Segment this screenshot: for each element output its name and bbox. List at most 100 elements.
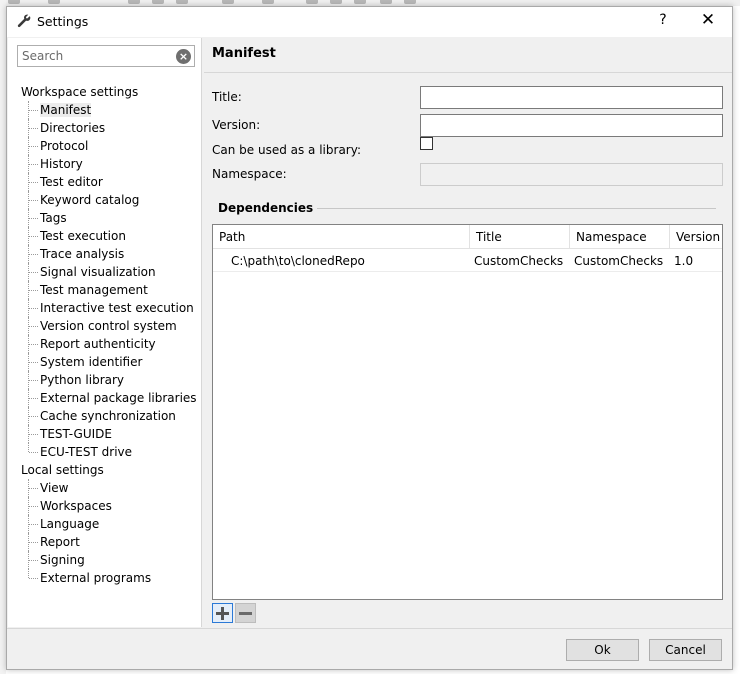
sidebar-item-workspaces[interactable]: Workspaces: [21, 497, 201, 515]
sidebar-item-directories[interactable]: Directories: [21, 119, 201, 137]
toolbar-icon: [152, 0, 164, 4]
sidebar-item-external-package-libraries[interactable]: External package libraries: [21, 389, 201, 407]
sidebar-item-label: Signal visualization: [40, 265, 156, 279]
settings-dialog: Settings ? ✕ × Workspace settingsManifes…: [6, 6, 733, 670]
sidebar-item-label: View: [40, 481, 69, 495]
column-header-path[interactable]: Path: [213, 225, 470, 249]
sidebar-item-label: Signing: [40, 553, 85, 567]
sidebar-item-label: Keyword catalog: [40, 193, 140, 207]
sidebar-item-label: TEST-GUIDE: [40, 427, 112, 441]
cancel-button[interactable]: Cancel: [649, 639, 722, 661]
sidebar-item-language[interactable]: Language: [21, 515, 201, 533]
sidebar-item-view[interactable]: View: [21, 479, 201, 497]
version-input[interactable]: [420, 114, 723, 137]
sidebar-item-label: Protocol: [40, 139, 89, 153]
sidebar-item-label: Trace analysis: [40, 247, 125, 261]
sidebar-item-trace-analysis[interactable]: Trace analysis: [21, 245, 201, 263]
namespace-input: [420, 163, 723, 186]
sidebar-item-test-execution[interactable]: Test execution: [21, 227, 201, 245]
minus-icon: [239, 612, 252, 615]
column-header-title[interactable]: Title: [470, 225, 570, 249]
divider: [204, 72, 732, 73]
toolbar-icon: [404, 0, 416, 4]
sidebar-item-signal-visualization[interactable]: Signal visualization: [21, 263, 201, 281]
sidebar-item-label: Workspaces: [40, 499, 112, 513]
title-input[interactable]: [420, 86, 723, 109]
sidebar-item-report-authenticity[interactable]: Report authenticity: [21, 335, 201, 353]
sidebar-item-interactive-test-execution[interactable]: Interactive test execution: [21, 299, 201, 317]
sidebar-item-label: External package libraries: [40, 391, 197, 405]
title-label: Title:: [212, 90, 242, 104]
help-button[interactable]: ?: [656, 12, 670, 28]
sidebar-item-test-management[interactable]: Test management: [21, 281, 201, 299]
dependencies-title: Dependencies: [218, 201, 318, 215]
sidebar-item-test-guide[interactable]: TEST-GUIDE: [21, 425, 201, 443]
toolbar-icon: [128, 0, 140, 4]
sidebar-item-label: System identifier: [40, 355, 143, 369]
sidebar-item-version-control-system[interactable]: Version control system: [21, 317, 201, 335]
sidebar-item-label: ECU-TEST drive: [40, 445, 133, 459]
sidebar-item-label: Test management: [40, 283, 148, 297]
table-row[interactable]: C:\path\to\clonedRepo CustomChecks Custo…: [213, 250, 722, 272]
toolbar-icon: [222, 0, 234, 4]
sidebar-item-tags[interactable]: Tags: [21, 209, 201, 227]
clear-icon[interactable]: ×: [176, 49, 191, 64]
toolbar-icon: [8, 0, 20, 4]
library-label: Can be used as a library:: [212, 143, 362, 157]
namespace-label: Namespace:: [212, 167, 287, 181]
library-checkbox[interactable]: [420, 137, 433, 150]
remove-dependency-button[interactable]: [235, 603, 256, 623]
sidebar-item-external-programs[interactable]: External programs: [21, 569, 201, 587]
version-label: Version:: [212, 118, 261, 132]
sidebar-item-ecu-test-drive[interactable]: ECU-TEST drive: [21, 443, 201, 461]
search-box: ×: [17, 45, 195, 67]
plus-icon: [221, 607, 224, 620]
title-bar: Settings ? ✕: [7, 7, 732, 37]
sidebar-item-python-library[interactable]: Python library: [21, 371, 201, 389]
toolbar-icon: [176, 0, 188, 4]
toolbar-icon: [354, 0, 366, 4]
settings-tree: Workspace settings Manifest Directories Pro…: [21, 83, 201, 587]
ok-button[interactable]: Ok: [566, 639, 639, 661]
sidebar-item-label: External programs: [40, 571, 152, 585]
sidebar-item-test-editor[interactable]: Test editor: [21, 173, 201, 191]
sidebar-item-label: Python library: [40, 373, 125, 387]
dependencies-table: Path Title Namespace Version C:\path\to\…: [212, 224, 723, 600]
dialog-footer: Ok Cancel: [7, 628, 732, 670]
column-header-version[interactable]: Version: [670, 225, 722, 249]
sidebar-item-label: Interactive test execution: [40, 301, 194, 315]
sidebar-item-system-identifier[interactable]: System identifier: [21, 353, 201, 371]
toolbar-icon: [262, 0, 274, 4]
search-input[interactable]: [18, 46, 168, 66]
sidebar-item-label: Report authenticity: [40, 337, 156, 351]
close-button[interactable]: ✕: [697, 10, 719, 30]
sidebar-item-report[interactable]: Report: [21, 533, 201, 551]
tree-group[interactable]: Local settings: [21, 461, 201, 479]
page-title: Manifest: [212, 46, 276, 61]
sidebar-item-label: Directories: [40, 121, 106, 135]
divider: [304, 208, 716, 209]
sidebar-item-manifest[interactable]: Manifest: [21, 101, 201, 119]
sidebar-item-signing[interactable]: Signing: [21, 551, 201, 569]
sidebar-item-cache-synchronization[interactable]: Cache synchronization: [21, 407, 201, 425]
sidebar-item-protocol[interactable]: Protocol: [21, 137, 201, 155]
sidebar-item-label: Report: [40, 535, 80, 549]
sidebar-item-label: Test execution: [40, 229, 126, 243]
wrench-icon: [17, 14, 31, 28]
cell-version: 1.0: [674, 254, 694, 268]
tree-group[interactable]: Workspace settings: [21, 83, 201, 101]
add-dependency-button[interactable]: [212, 603, 233, 623]
toolbar-icon: [306, 0, 318, 4]
toolbar-icon: [48, 0, 60, 4]
toolbar-icon: [330, 0, 342, 4]
window-title: Settings: [37, 14, 89, 29]
cell-title: CustomChecks: [474, 254, 564, 268]
sidebar-item-label: Test editor: [40, 175, 103, 189]
settings-sidebar: × Workspace settings Manifest Directories P…: [8, 38, 202, 627]
sidebar-item-keyword-catalog[interactable]: Keyword catalog: [21, 191, 201, 209]
sidebar-item-history[interactable]: History: [21, 155, 201, 173]
manifest-panel: Manifest Title: Version: Can be used as …: [204, 38, 732, 627]
cell-namespace: CustomChecks: [574, 254, 664, 268]
table-header: Path Title Namespace Version: [213, 225, 722, 249]
column-header-namespace[interactable]: Namespace: [570, 225, 670, 249]
